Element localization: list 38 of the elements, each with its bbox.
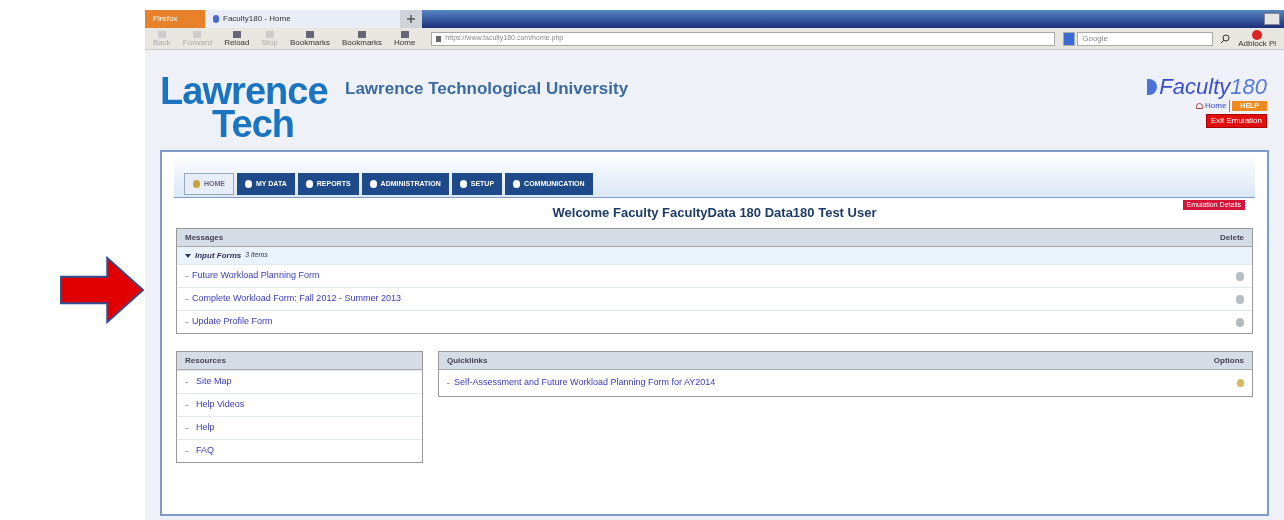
home-link[interactable]: Home <box>1205 100 1231 112</box>
brand-logo: Faculty180 <box>1147 76 1267 98</box>
browser-tab[interactable]: Faculty180 - Home <box>205 10 400 28</box>
arrow-icon <box>60 254 145 326</box>
resource-link[interactable]: Site Map <box>196 375 232 389</box>
stop-sign-icon <box>1252 29 1263 40</box>
search-engine-icon[interactable] <box>1063 31 1076 46</box>
resource-link[interactable]: FAQ <box>196 444 214 458</box>
message-link[interactable]: Update Profile Form <box>192 315 273 329</box>
group-label: Input Forms <box>195 249 242 262</box>
column-header: Options <box>1213 354 1244 367</box>
panel-title: Messages <box>185 231 224 244</box>
toolbar-button[interactable]: Bookmarks <box>289 30 330 47</box>
window-controls-icon[interactable] <box>1264 13 1280 25</box>
toolbar-button[interactable]: Reload <box>224 30 250 47</box>
plus-icon <box>407 15 415 23</box>
resource-link[interactable]: Help Videos <box>196 398 245 412</box>
tab-favicon-icon <box>213 15 219 23</box>
welcome-heading: Welcome Faculty FacultyData 180 Data180 Test User <box>552 204 877 223</box>
university-title: Lawrence Technological University <box>345 79 629 98</box>
logo-text: Lawrence <box>160 74 328 108</box>
panel-title: Resources <box>185 354 226 367</box>
message-link[interactable]: Complete Workload Form: Fall 2012 - Summer 2013 <box>192 292 401 306</box>
resource-link[interactable]: Help <box>196 421 215 435</box>
logo-text: Tech <box>212 108 295 140</box>
tab-title: Faculty180 - Home <box>223 13 291 25</box>
column-header: Delete <box>1220 231 1244 244</box>
toolbar-button[interactable]: Home <box>394 30 416 47</box>
new-tab-button[interactable] <box>400 10 422 28</box>
exit-emulation-button[interactable]: Exit Emulation <box>1205 114 1267 128</box>
quicklink[interactable]: Self-Assessment and Future Workload Planning Form for AY2014 <box>454 376 716 390</box>
message-link[interactable]: Future Workload Planning Form <box>192 269 320 283</box>
caret-down-icon[interactable] <box>185 252 191 259</box>
panel-title: Quicklinks <box>447 354 488 367</box>
search-field[interactable]: Google <box>1077 31 1214 46</box>
search-icon[interactable] <box>1221 34 1231 43</box>
toolbar-button[interactable]: Bookmarks <box>342 30 382 47</box>
addon-button[interactable]: Adblock Pl <box>1238 39 1276 48</box>
